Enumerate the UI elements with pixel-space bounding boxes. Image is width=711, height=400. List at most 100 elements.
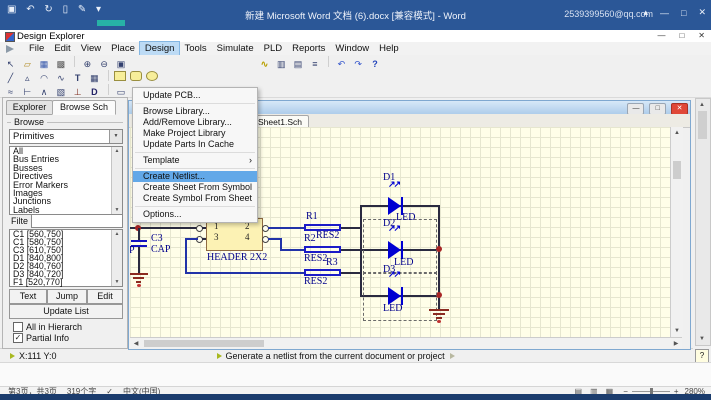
select-tool-icon[interactable]: ↖	[4, 58, 17, 70]
list-item[interactable]: Labels	[10, 206, 122, 214]
scroll-down-icon[interactable]: ▼	[697, 334, 707, 344]
designator-r1[interactable]: R1	[306, 211, 318, 222]
resistor-r3[interactable]	[304, 269, 341, 276]
polygon-tool-icon[interactable]: ▵	[21, 72, 34, 84]
scroll-up-icon[interactable]: ▲	[112, 230, 122, 238]
scroll-down-icon[interactable]: ▼	[672, 326, 682, 336]
help-tool-icon[interactable]: ?	[368, 58, 381, 70]
text-button[interactable]: Text	[9, 289, 47, 304]
de-minimize-icon[interactable]: —	[657, 31, 665, 40]
de-close-icon[interactable]: ✕	[698, 31, 705, 40]
system-menu-icon[interactable]	[6, 45, 14, 53]
tab-browse-sch[interactable]: Browse Sch	[52, 100, 116, 115]
update-list-button[interactable]: Update List	[9, 304, 123, 319]
designator-d1[interactable]: D1	[383, 172, 395, 183]
menuitem-template[interactable]: Template ›	[133, 155, 257, 166]
comment-header2x2[interactable]: HEADER 2X2	[207, 252, 267, 263]
browse-mode-select[interactable]: Primitives ▼	[9, 129, 123, 144]
menu-help[interactable]: Help	[374, 42, 404, 55]
list-item[interactable]: F1 [520,770]	[10, 278, 122, 286]
component-list-scrollbar[interactable]: ▲ ▼	[111, 230, 122, 286]
comment-led[interactable]: LED	[383, 303, 402, 314]
scroll-left-icon[interactable]: ◀	[131, 339, 141, 349]
edit-button[interactable]: Edit	[87, 289, 123, 304]
menuitem-browse-library[interactable]: Browse Library...	[133, 106, 257, 117]
browse-mode-dropdown-icon[interactable]: ▼	[109, 130, 122, 143]
zoom-slider[interactable]	[632, 391, 670, 392]
scroll-thumb[interactable]	[673, 161, 681, 179]
comment-res2[interactable]: RES2	[304, 276, 327, 287]
menu-tools[interactable]: Tools	[179, 42, 211, 55]
ellipse-tool-icon[interactable]	[146, 71, 158, 81]
canvas-hscrollbar[interactable]: ◀ ▶	[130, 337, 682, 349]
list-icon[interactable]: ≡	[308, 58, 321, 70]
scroll-thumb[interactable]	[144, 340, 264, 347]
rectangle-tool-icon[interactable]	[114, 71, 126, 81]
designator-r2[interactable]: R2	[304, 233, 316, 244]
menuitem-add-remove-library[interactable]: Add/Remove Library...	[133, 117, 257, 128]
menuitem-create-sheet-from-symbol[interactable]: Create Sheet From Symbol	[133, 182, 257, 193]
designator-r3[interactable]: R3	[326, 257, 338, 268]
menuitem-create-symbol-from-sheet[interactable]: Create Symbol From Sheet	[133, 193, 257, 204]
menu-reports[interactable]: Reports	[287, 42, 330, 55]
ribbon-display-options-icon[interactable]: ▴	[643, 7, 648, 18]
comment-res2[interactable]: RES2	[304, 253, 327, 264]
partial-info-checkbox[interactable]: ✓	[13, 333, 23, 343]
scroll-thumb[interactable]	[698, 111, 707, 139]
menu-view[interactable]: View	[76, 42, 106, 55]
meter-icon[interactable]: ▤	[292, 58, 305, 70]
maximize-icon[interactable]: □	[681, 8, 686, 18]
scroll-up-icon[interactable]: ▲	[112, 147, 122, 155]
save-document-icon[interactable]: ▦	[38, 58, 51, 70]
all-in-hierarchy-checkbox[interactable]	[13, 322, 23, 332]
print-icon[interactable]: ▩	[54, 58, 67, 70]
menu-window[interactable]: Window	[330, 42, 374, 55]
comment-led[interactable]: LED	[394, 257, 413, 268]
canvas-vscrollbar[interactable]: ▲ ▼	[670, 127, 683, 337]
menuitem-options[interactable]: Options...	[133, 209, 257, 220]
de-maximize-icon[interactable]: □	[679, 31, 684, 40]
comment-led[interactable]: LED	[396, 212, 415, 223]
comment-cap[interactable]: CAP	[151, 244, 170, 255]
menu-design[interactable]: Design	[140, 42, 180, 55]
rounded-rect-tool-icon[interactable]	[130, 71, 142, 81]
minimize-icon[interactable]: —	[660, 8, 669, 18]
primitive-list-scrollbar[interactable]: ▲ ▼	[111, 147, 122, 214]
component-list[interactable]: C1 [560,750] C1 [580,750] C3 [610,750] D…	[9, 229, 123, 287]
menu-file[interactable]: File	[24, 42, 49, 55]
comment-res2[interactable]: RES2	[316, 230, 339, 241]
text-tool-icon[interactable]: T	[71, 72, 84, 84]
menuitem-update-parts-in-cache[interactable]: Update Parts In Cache	[133, 139, 257, 150]
line-tool-icon[interactable]: ╱	[4, 72, 17, 84]
scroll-right-icon[interactable]: ▶	[671, 339, 681, 349]
menu-pld[interactable]: PLD	[259, 42, 287, 55]
simulate-wave-icon[interactable]: ∿	[258, 58, 271, 70]
open-document-icon[interactable]: ▱	[21, 58, 34, 70]
undo-tool-icon[interactable]: ↶	[335, 58, 348, 70]
zoom-in-icon[interactable]: ⊕	[81, 58, 94, 70]
jump-button[interactable]: Jump	[47, 289, 87, 304]
workspace-vscrollbar[interactable]: ▲ ▼	[695, 98, 711, 346]
zoom-out-icon[interactable]: ⊖	[98, 58, 111, 70]
filter-input[interactable]	[31, 214, 123, 228]
menu-edit[interactable]: Edit	[49, 42, 75, 55]
help-badge[interactable]: ?	[695, 349, 709, 363]
scroll-down-icon[interactable]: ▼	[112, 206, 122, 214]
scroll-down-icon[interactable]: ▼	[112, 278, 122, 286]
arc-tool-icon[interactable]: ◠	[38, 72, 51, 84]
ground-symbol[interactable]	[130, 273, 148, 275]
designator-d2[interactable]: D2	[383, 218, 395, 229]
close-icon[interactable]: ✕	[698, 7, 706, 18]
menuitem-create-netlist[interactable]: Create Netlist...	[133, 171, 257, 182]
curve-tool-icon[interactable]: ∿	[54, 72, 67, 84]
designator-d3[interactable]: D3	[383, 264, 395, 275]
menuitem-make-project-library[interactable]: Make Project Library	[133, 128, 257, 139]
primitive-type-list[interactable]: All Bus Entries Busses Directives Error …	[9, 146, 123, 215]
menu-simulate[interactable]: Simulate	[212, 42, 259, 55]
zoom-area-icon[interactable]: ▣	[114, 58, 127, 70]
menu-place[interactable]: Place	[106, 42, 140, 55]
tab-explorer[interactable]: Explorer	[6, 100, 53, 115]
image-tool-icon[interactable]: ▦	[88, 72, 101, 84]
scroll-up-icon[interactable]: ▲	[697, 100, 707, 110]
probe-icon[interactable]: ▥	[275, 58, 288, 70]
